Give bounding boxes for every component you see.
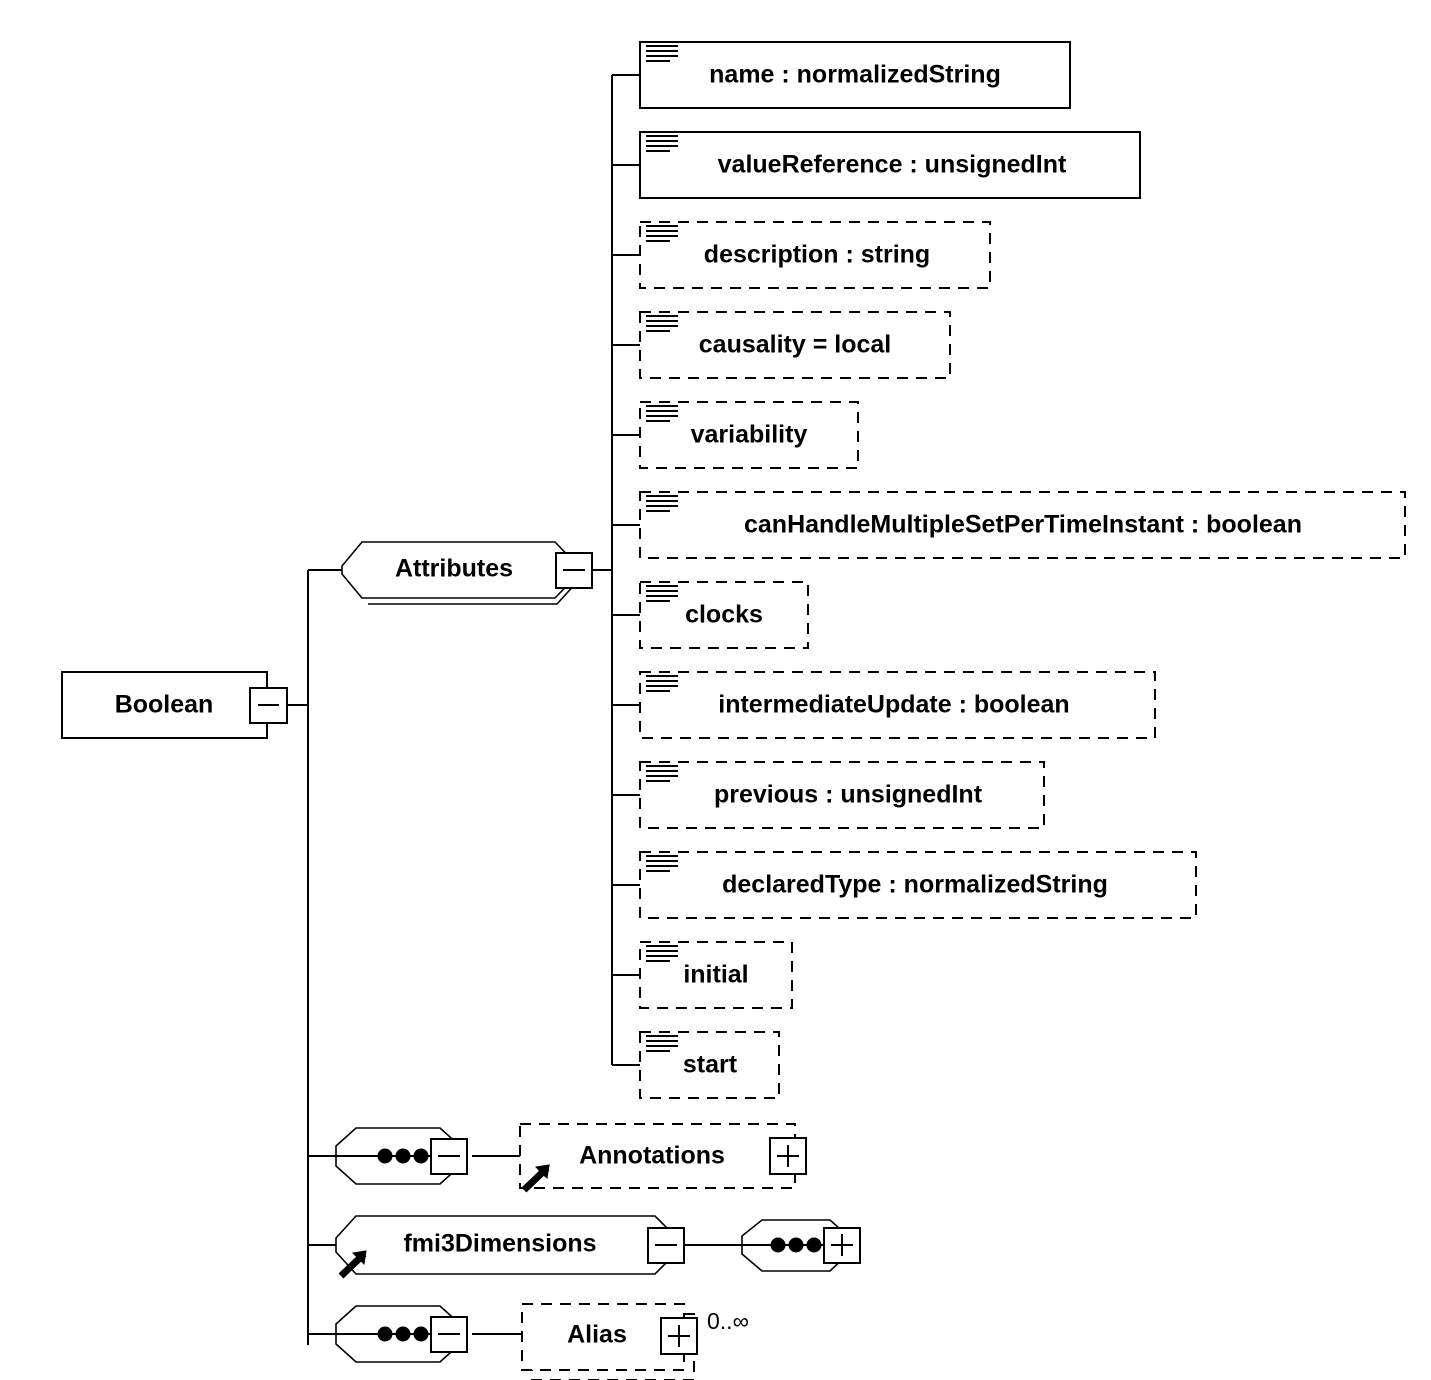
child-row-fmi3dimensions[interactable]: fmi3Dimensions	[335, 1215, 861, 1279]
attribute-row[interactable]: initial	[639, 941, 793, 1009]
attribute-label: start	[683, 1051, 738, 1079]
sequence-expander-plus[interactable]	[823, 1227, 861, 1264]
attribute-row[interactable]: declaredType : normalizedString	[639, 851, 1197, 919]
annotations-label: Annotations	[579, 1142, 725, 1170]
attribute-label: variability	[691, 421, 808, 449]
element-node-alias[interactable]: Alias 0..∞	[521, 1303, 749, 1380]
attribute-row[interactable]: previous : unsignedInt	[639, 761, 1045, 829]
attribute-row[interactable]: valueReference : unsignedInt	[639, 131, 1141, 199]
sequence-node-alias[interactable]	[335, 1305, 468, 1363]
attribute-row[interactable]: start	[639, 1031, 780, 1099]
sequence-node-fmi3dimensions[interactable]	[741, 1219, 861, 1272]
schema-diagram: Boolean Attributes name: normalizedStri…	[61, 41, 1406, 1380]
fmi3dimensions-expander-minus[interactable]	[647, 1227, 685, 1264]
sequence-expander-minus[interactable]	[430, 1138, 468, 1175]
attribute-row[interactable]: canHandleMultipleSetPerTimeInstant : boo…	[639, 491, 1406, 559]
sequence-dots-icon	[770, 1237, 822, 1253]
attribute-row[interactable]: name : normalizedString	[639, 41, 1071, 109]
alias-cardinality-label: 0..∞	[707, 1308, 749, 1334]
attribute-row[interactable]: clocks	[639, 581, 809, 649]
attribute-row[interactable]: description : string	[639, 221, 991, 289]
attributes-group-node[interactable]: Attributes	[341, 541, 593, 605]
attribute-label: intermediateUpdate : boolean	[718, 691, 1069, 719]
sequence-expander-minus[interactable]	[430, 1316, 468, 1353]
sequence-node-annotations[interactable]	[335, 1127, 468, 1185]
attribute-label: previous : unsignedInt	[714, 781, 983, 809]
attribute-row[interactable]: intermediateUpdate : boolean	[639, 671, 1156, 739]
attribute-label: clocks	[685, 601, 763, 629]
attribute-label: initial	[683, 961, 748, 989]
attribute-label: description : string	[704, 241, 930, 269]
child-row-alias[interactable]: Alias 0..∞	[335, 1303, 749, 1380]
child-row-annotations[interactable]: Annotations	[335, 1123, 807, 1193]
sequence-dots-icon	[377, 1148, 429, 1164]
attribute-label: causality = local	[699, 331, 891, 359]
attribute-label: name : normalizedString	[709, 61, 1001, 89]
attribute-label: declaredType : normalizedString	[722, 871, 1108, 899]
attributes-label: Attributes	[395, 555, 513, 583]
root-element-boolean[interactable]: Boolean	[61, 671, 288, 739]
sequence-dots-icon	[377, 1326, 429, 1342]
annotations-expander-plus[interactable]	[769, 1137, 807, 1175]
attribute-row[interactable]: variability	[639, 401, 859, 469]
boolean-expander-minus[interactable]	[249, 687, 288, 724]
attribute-row[interactable]: causality = local	[639, 311, 951, 379]
element-node-annotations[interactable]: Annotations	[519, 1123, 807, 1193]
attribute-label: valueReference : unsignedInt	[718, 151, 1067, 179]
boolean-label: Boolean	[115, 691, 214, 719]
alias-expander-plus[interactable]	[660, 1317, 698, 1355]
attribute-label: canHandleMultipleSetPerTimeInstant : boo…	[744, 511, 1302, 539]
alias-label: Alias	[567, 1321, 627, 1349]
element-node-fmi3dimensions[interactable]: fmi3Dimensions	[335, 1215, 685, 1279]
schema-diagram-canvas: Boolean Attributes name: normalizedStri…	[0, 0, 1431, 1380]
attributes-expander-minus[interactable]	[555, 552, 593, 589]
fmi3dimensions-label: fmi3Dimensions	[403, 1230, 596, 1258]
